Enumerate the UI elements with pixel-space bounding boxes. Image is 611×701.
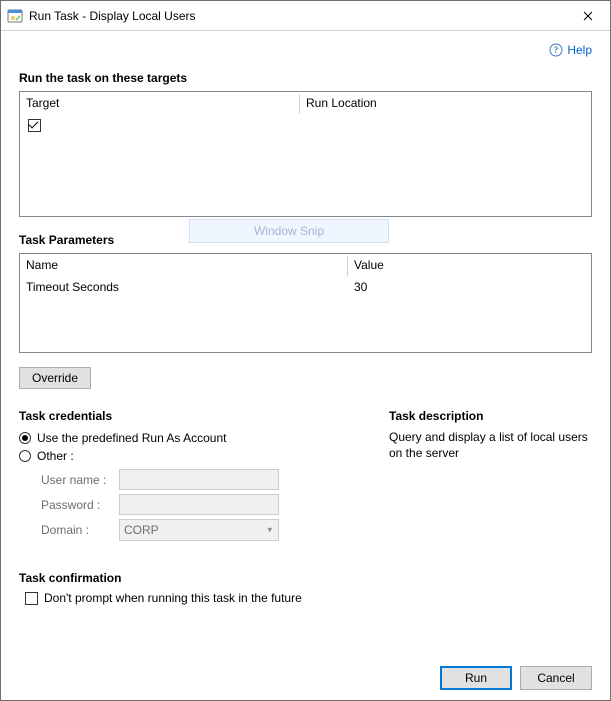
targets-col-runlocation[interactable]: Run Location <box>300 92 591 116</box>
titlebar: Run Task - Display Local Users <box>1 1 610 31</box>
radio-predefined[interactable] <box>19 432 31 444</box>
description-text: Query and display a list of local users … <box>389 429 592 461</box>
cancel-button[interactable]: Cancel <box>520 666 592 690</box>
targets-table: Target Run Location <box>19 91 592 217</box>
params-heading: Task Parameters <box>19 233 592 247</box>
chevron-down-icon: ▾ <box>267 525 272 536</box>
username-label: User name : <box>41 473 113 487</box>
description-heading: Task description <box>389 409 592 423</box>
domain-label: Domain : <box>41 523 113 537</box>
params-col-name[interactable]: Name <box>20 254 348 278</box>
confirmation-heading: Task confirmation <box>19 571 592 585</box>
svg-text:?: ? <box>554 45 559 55</box>
password-field <box>119 494 279 515</box>
dialog-body: ? Help Run the task on these targets Tar… <box>1 31 610 700</box>
table-row[interactable]: Timeout Seconds 30 <box>20 278 591 296</box>
params-col-value[interactable]: Value <box>348 254 591 278</box>
dialog-footer: Run Cancel <box>19 654 592 690</box>
username-field <box>119 469 279 490</box>
radio-other-label: Other : <box>37 449 74 463</box>
radio-predefined-label: Use the predefined Run As Account <box>37 431 226 445</box>
domain-combobox: CORP ▾ <box>119 519 279 541</box>
window-title: Run Task - Display Local Users <box>29 9 565 23</box>
target-checkbox[interactable] <box>28 119 41 132</box>
runlocation-cell <box>300 118 591 132</box>
credentials-heading: Task credentials <box>19 409 349 423</box>
param-name: Timeout Seconds <box>20 280 348 294</box>
param-value: 30 <box>348 280 591 294</box>
params-table: Name Value Timeout Seconds 30 <box>19 253 592 353</box>
close-button[interactable] <box>565 1 610 31</box>
table-row[interactable] <box>20 116 591 134</box>
credential-fields: User name : Password : Domain : CORP ▾ <box>41 469 349 541</box>
confirmation-label: Don't prompt when running this task in t… <box>44 591 302 605</box>
help-link[interactable]: Help <box>567 43 592 57</box>
app-icon <box>7 8 23 24</box>
confirmation-checkbox[interactable] <box>25 592 38 605</box>
targets-col-target[interactable]: Target <box>20 92 300 116</box>
domain-value: CORP <box>124 523 159 537</box>
targets-header: Target Run Location <box>20 92 591 116</box>
radio-other-row[interactable]: Other : <box>19 447 349 465</box>
confirmation-row[interactable]: Don't prompt when running this task in t… <box>23 591 592 605</box>
targets-heading: Run the task on these targets <box>19 71 592 85</box>
password-label: Password : <box>41 498 113 512</box>
override-button[interactable]: Override <box>19 367 91 389</box>
target-cell <box>20 118 300 132</box>
run-button[interactable]: Run <box>440 666 512 690</box>
params-header: Name Value <box>20 254 591 278</box>
help-row: ? Help <box>19 39 592 61</box>
params-heading-wrap: Task Parameters Window Snip <box>19 229 592 253</box>
radio-predefined-row[interactable]: Use the predefined Run As Account <box>19 429 349 447</box>
radio-other[interactable] <box>19 450 31 462</box>
run-task-dialog: Run Task - Display Local Users ? Help Ru… <box>0 0 611 701</box>
columns: Task credentials Use the predefined Run … <box>19 405 592 545</box>
help-icon: ? <box>549 43 563 57</box>
